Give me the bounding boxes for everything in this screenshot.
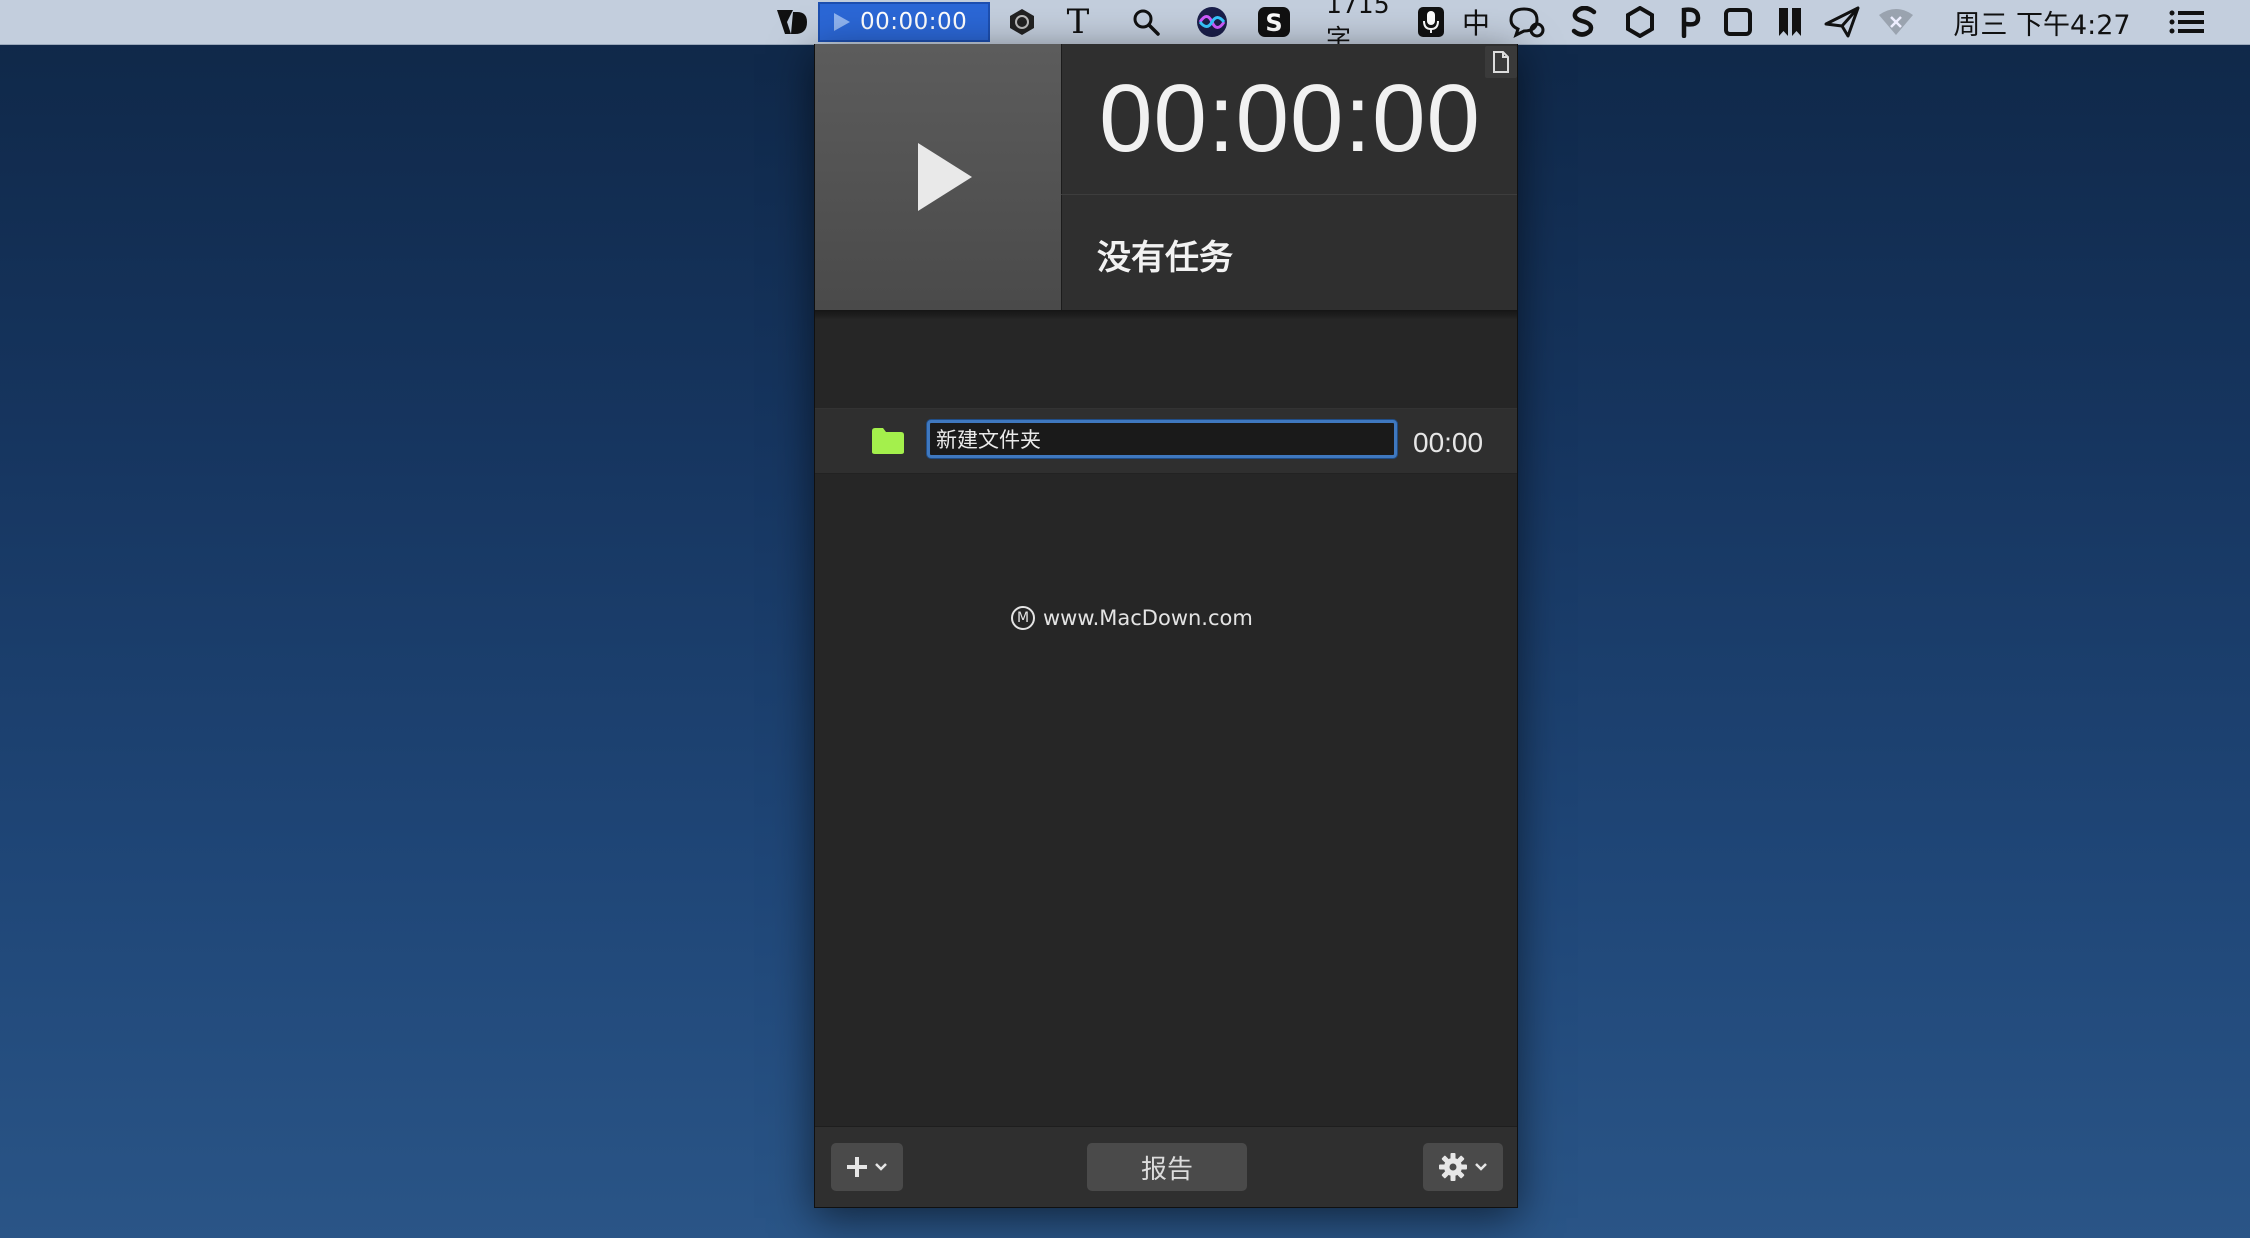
square-icon[interactable] <box>1720 0 1756 44</box>
menubar-timer-text: 00:00:00 <box>860 9 968 35</box>
document-button[interactable] <box>1485 46 1517 78</box>
menubar-timer[interactable]: 00:00:00 <box>818 2 990 42</box>
sogou-icon[interactable]: S <box>1254 0 1294 44</box>
text-tool-icon[interactable]: T <box>1060 0 1096 44</box>
send-icon[interactable] <box>1822 0 1862 44</box>
play-icon <box>918 143 972 211</box>
mic-icon[interactable] <box>1414 0 1448 44</box>
current-task-title: 没有任务 <box>1097 238 1233 278</box>
footer-toolbar: 报告 <box>815 1126 1517 1207</box>
plus-icon <box>847 1157 867 1177</box>
header-shadow <box>815 310 1517 320</box>
add-button[interactable] <box>831 1143 903 1191</box>
elapsed-time: 00:00:00 <box>1061 44 1517 195</box>
clock-datetime[interactable]: 周三 下午4:27 <box>1944 0 2140 44</box>
timer-play-icon <box>834 13 850 31</box>
hexagon-icon[interactable] <box>1622 0 1658 44</box>
keyboard-grid-icon[interactable]: 中 <box>1458 0 1494 44</box>
gear-icon <box>1439 1153 1467 1181</box>
task-row[interactable]: 00:00 <box>815 408 1517 474</box>
list-icon[interactable] <box>2166 0 2208 44</box>
task-name-input[interactable] <box>927 420 1397 458</box>
task-duration: 00:00 <box>1413 427 1484 458</box>
chat-icon[interactable] <box>1506 0 1546 44</box>
siri-icon[interactable] <box>1192 0 1232 44</box>
watermark-text: www.MacDown.com <box>1043 606 1253 630</box>
folder-icon <box>871 427 905 460</box>
play-button[interactable] <box>815 44 1062 310</box>
p-icon[interactable] <box>1672 0 1706 44</box>
timer-header: 00:00:00 没有任务 <box>815 44 1517 310</box>
report-button[interactable]: 报告 <box>1087 1143 1247 1191</box>
settings-button[interactable] <box>1423 1143 1503 1191</box>
chevron-down-icon <box>875 1163 887 1171</box>
word-count[interactable]: 1715字 <box>1326 0 1410 53</box>
vd-icon[interactable] <box>772 0 812 44</box>
s-icon[interactable] <box>1566 0 1602 44</box>
menu-bar: 00:00:00 T S 1715字 中 周三 下午4:27 <box>0 0 2250 53</box>
bookmark-icon[interactable] <box>1772 0 1808 44</box>
search-icon[interactable] <box>1128 0 1164 44</box>
macdown-logo-icon: M <box>1011 606 1035 630</box>
document-icon <box>1493 51 1509 73</box>
svg-text:S: S <box>1265 9 1282 37</box>
wifi-off-icon[interactable] <box>1876 0 1916 44</box>
timer-window: 00:00:00 没有任务 00:00 M www.MacDown.com 报告 <box>814 44 1518 1208</box>
app-badge-icon[interactable] <box>1004 0 1040 44</box>
watermark: M www.MacDown.com <box>1011 606 1253 630</box>
chevron-down-icon <box>1475 1163 1487 1171</box>
